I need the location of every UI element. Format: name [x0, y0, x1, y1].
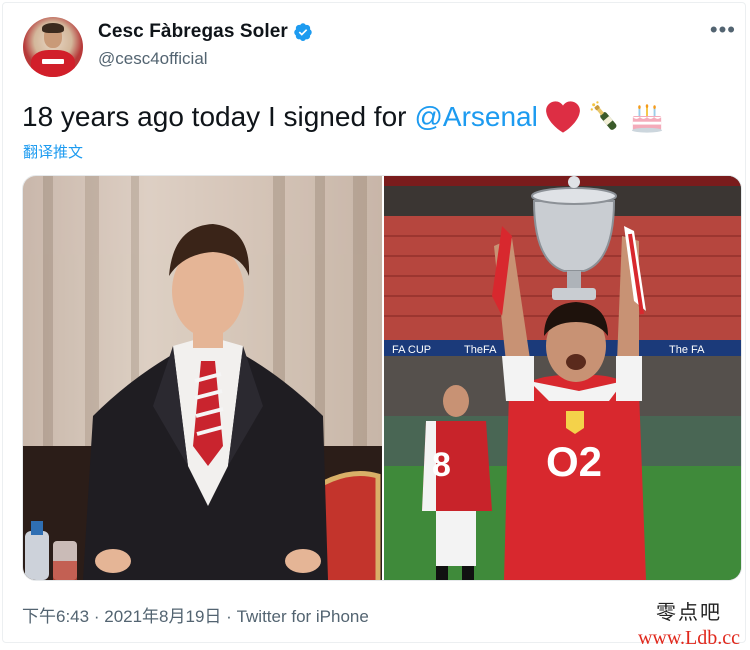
- tweet-text: 18 years ago today I signed for @Arsenal: [22, 100, 664, 134]
- mention-link[interactable]: @Arsenal: [414, 100, 537, 134]
- teammate-number: 8: [432, 446, 451, 484]
- profile-avatar[interactable]: [23, 17, 83, 77]
- avatar-hair: [42, 23, 64, 33]
- timestamp-separator-1: ·: [93, 607, 100, 626]
- tweet-time[interactable]: 下午6:43: [22, 607, 89, 626]
- avatar-sponsor: [42, 59, 64, 64]
- media-grid: FA CUP TheFA The FA 8 O2: [22, 175, 742, 581]
- author-handle[interactable]: @cesc4official: [98, 49, 208, 69]
- watermark-title: 零点吧: [655, 600, 722, 624]
- media-photo-2[interactable]: FA CUP TheFA The FA 8 O2: [384, 176, 741, 580]
- more-options-icon[interactable]: •••: [710, 19, 736, 41]
- heart-emoji: [545, 101, 580, 133]
- timestamp-separator-2: ·: [226, 607, 232, 626]
- trophy-photo-illustration: FA CUP TheFA The FA 8 O2: [384, 176, 741, 580]
- display-name[interactable]: Cesc Fàbregas Soler: [98, 21, 288, 43]
- banner-text-mid: TheFA: [464, 344, 497, 356]
- champagne-emoji: [590, 101, 617, 130]
- media-photo-1[interactable]: [23, 176, 382, 580]
- signing-photo-illustration: [23, 176, 382, 580]
- verified-badge-icon: [294, 23, 312, 41]
- cake-emoji: [631, 104, 662, 133]
- banner-text-left: FA CUP: [392, 344, 431, 356]
- author-name-row[interactable]: Cesc Fàbregas Soler: [98, 21, 313, 43]
- tweet-body: 18 years ago today I signed for: [22, 101, 407, 132]
- watermark-url: www.Ldb.cc: [637, 627, 740, 649]
- translate-tweet-link[interactable]: 翻译推文: [23, 141, 83, 162]
- tweet-source[interactable]: Twitter for iPhone: [237, 607, 369, 626]
- banner-text-right: The FA: [669, 344, 705, 356]
- site-watermark: 零点吧 www.Ldb.cc: [638, 596, 740, 650]
- tweet-date[interactable]: 2021年8月19日: [104, 607, 221, 626]
- shirt-sponsor: O2: [546, 438, 602, 485]
- tweet-timestamp[interactable]: 下午6:43 · 2021年8月19日 · Twitter for iPhone: [22, 602, 369, 627]
